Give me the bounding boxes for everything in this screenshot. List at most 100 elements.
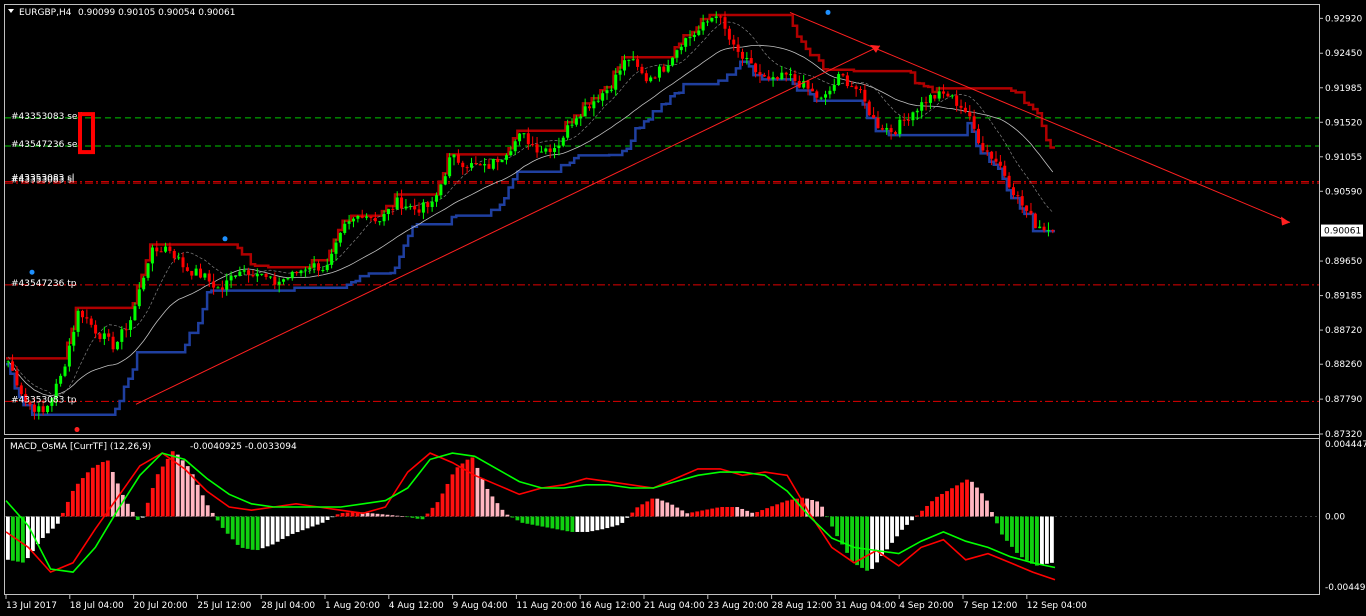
- price-tick-label: 0.88720: [1325, 326, 1362, 336]
- osma-bar-negative: [285, 516, 290, 537]
- time-tick-label: 31 Aug 04:00: [835, 601, 896, 611]
- candle-bull: [928, 94, 932, 103]
- time-tick-label: 4 Aug 12:00: [389, 601, 444, 611]
- osma-bar-negative: [1005, 516, 1009, 541]
- osma-bar-positive: [400, 516, 405, 517]
- candle-bear: [732, 39, 736, 45]
- osma-bar-negative: [830, 516, 835, 527]
- candle-bear: [806, 80, 810, 89]
- trendline-up: [135, 45, 881, 405]
- osma-bar-positive: [435, 502, 440, 517]
- osma-bar-positive: [940, 493, 944, 517]
- candle-bear: [181, 257, 185, 268]
- osma-bar-negative: [535, 516, 540, 526]
- osma-bar-negative: [835, 516, 840, 537]
- price-tick-label: 0.91520: [1325, 118, 1362, 128]
- candle-bull: [142, 277, 146, 290]
- osma-bar-positive: [815, 501, 820, 517]
- candle-bull: [351, 218, 355, 222]
- candle-bear: [850, 86, 854, 88]
- osma-bar-positive: [375, 513, 380, 517]
- candle-bull: [439, 184, 443, 196]
- osma-bar-positive: [700, 510, 705, 517]
- osma-bar-negative: [1045, 516, 1049, 564]
- chevron-down-icon[interactable]: [8, 9, 14, 13]
- osma-bar-positive: [335, 514, 340, 517]
- osma-bar-positive: [460, 463, 465, 517]
- candle-bear: [159, 251, 163, 253]
- osma-bar-negative: [220, 516, 225, 528]
- candle-bear: [876, 117, 880, 129]
- osma-bar-negative: [555, 516, 560, 530]
- candle-bear: [994, 158, 998, 162]
- osma-bar-negative: [270, 516, 275, 545]
- candle-bull: [714, 16, 718, 18]
- candle-bull: [365, 216, 369, 218]
- candle-bull: [408, 206, 412, 208]
- osma-bar-negative: [900, 516, 904, 530]
- candle-bull: [592, 101, 596, 109]
- candle-bear: [273, 276, 277, 285]
- osma-bar-positive: [370, 513, 375, 517]
- candle-bull: [469, 163, 473, 168]
- osma-bar-positive: [450, 474, 455, 517]
- candle-bear: [902, 119, 906, 121]
- osma-bar-negative: [875, 516, 879, 563]
- price-pane-frame: [4, 4, 1320, 435]
- candle-bear: [251, 274, 255, 277]
- osma-bar-negative: [910, 516, 914, 521]
- osma-bar-negative: [540, 516, 545, 527]
- osma-bar-positive: [490, 496, 495, 517]
- osma-bar-negative: [845, 516, 849, 553]
- osma-bar-positive: [920, 510, 924, 517]
- osma-bar-negative: [255, 516, 260, 551]
- candle-bear: [1011, 187, 1015, 196]
- price-tick-label: 0.87790: [1325, 395, 1362, 405]
- candle-bear: [1051, 230, 1055, 232]
- osma-bar-positive: [480, 478, 485, 517]
- price-tick-label: 0.89185: [1325, 292, 1362, 302]
- osma-bar-positive: [975, 487, 979, 517]
- candle-bull: [692, 34, 696, 38]
- candle-bull: [238, 271, 242, 276]
- candle-bull: [518, 133, 522, 142]
- osma-bar-negative: [515, 516, 520, 521]
- osma-bar-positive: [650, 498, 655, 517]
- osma-bar-positive: [660, 500, 665, 517]
- time-tick-label: 4 Sep 20:00: [899, 601, 954, 611]
- osma-bar-positive: [750, 512, 755, 517]
- osma-bar-positive: [945, 491, 949, 517]
- osma-bar-negative: [600, 516, 605, 530]
- osma-bar-negative: [570, 516, 575, 532]
- candle-bear: [11, 361, 15, 371]
- candle-bear: [758, 72, 762, 75]
- candle-bull: [553, 148, 557, 152]
- osma-bar-positive: [110, 471, 115, 517]
- candle-bear: [247, 270, 251, 275]
- osma-bar-positive: [720, 506, 725, 517]
- osma-bar-positive: [770, 506, 775, 517]
- candle-bear: [32, 404, 36, 412]
- candle-bear: [19, 385, 23, 395]
- osma-bar-negative: [545, 516, 550, 528]
- candle-bear: [880, 128, 884, 130]
- candle-bear: [168, 246, 172, 251]
- candle-bull: [675, 50, 679, 58]
- osma-bar-negative: [250, 516, 255, 550]
- candle-bull: [421, 202, 425, 213]
- candle-bear: [998, 161, 1002, 166]
- candle-bull: [561, 137, 565, 146]
- candle-bear: [548, 148, 552, 152]
- candle-bear: [1003, 165, 1007, 176]
- candle-bear: [719, 16, 723, 18]
- osma-bar-negative: [530, 516, 535, 525]
- osma-bar-negative: [300, 516, 305, 531]
- chart-canvas[interactable]: #43353083 sell #43547236 sell #43353083 sl…: [0, 0, 1366, 616]
- candle-bull: [290, 271, 294, 279]
- osma-bar-negative: [245, 516, 250, 549]
- candle-bear: [220, 287, 224, 290]
- osma-bar-negative: [580, 516, 585, 532]
- osma-bar-positive: [780, 502, 785, 517]
- osma-bar-positive: [965, 479, 969, 517]
- candle-bull: [824, 94, 828, 98]
